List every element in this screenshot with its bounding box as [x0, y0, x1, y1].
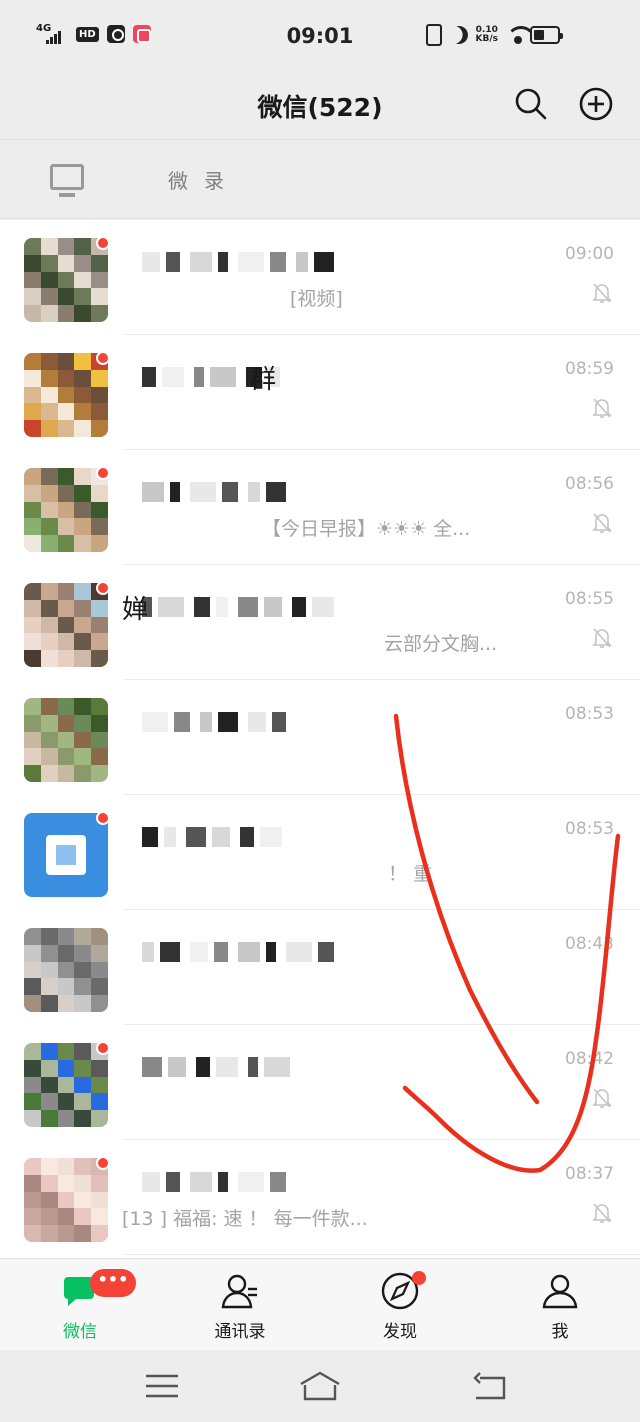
mute-bell-icon [592, 283, 612, 303]
chat-avatar [24, 468, 108, 552]
mute-bell-icon [592, 628, 612, 648]
redacted-name-mosaic [132, 482, 286, 502]
chat-time: 08:37 [565, 1164, 614, 1184]
tab-label: 微信 [63, 1322, 97, 1342]
redacted-name-mosaic [132, 252, 334, 272]
chat-row[interactable]: 08:53 [0, 680, 640, 795]
chat-row[interactable]: 群 08:59 [0, 335, 640, 450]
chat-avatar [24, 1158, 108, 1242]
pc-login-text: 微 录 [168, 169, 224, 193]
chat-preview: 云部分文胸... [384, 633, 498, 655]
mute-bell-icon [592, 1088, 612, 1108]
add-button[interactable] [579, 87, 613, 121]
wifi-icon [506, 26, 530, 44]
chat-row[interactable]: 08:43 [0, 910, 640, 1025]
app-header: 微信(522) [0, 72, 640, 140]
chat-preview: [视频] [290, 288, 343, 310]
unread-dot [96, 1156, 110, 1170]
unread-dot [96, 466, 110, 480]
chat-time: 08:43 [565, 934, 614, 954]
computer-icon [50, 164, 84, 197]
new-moments-dot [412, 1271, 426, 1285]
chat-name: 群 [250, 365, 277, 395]
chat-time: 08:42 [565, 1049, 614, 1069]
profile-icon [542, 1274, 578, 1309]
redacted-name-mosaic [132, 1057, 290, 1077]
chat-time: 08:56 [565, 474, 614, 494]
mute-bell-icon [592, 513, 612, 533]
chat-avatar [24, 238, 108, 322]
vibrate-icon [425, 24, 442, 46]
mute-bell-icon [592, 398, 612, 418]
do-not-disturb-icon [447, 23, 470, 46]
chat-row[interactable]: 08:42 [0, 1025, 640, 1140]
unread-dot [96, 236, 110, 250]
unread-dot [96, 811, 110, 825]
tab-discover[interactable]: 发现 [320, 1259, 480, 1351]
chat-preview: [13 ] 福福: 速 ！ 每一件款... [122, 1208, 368, 1230]
chat-row[interactable]: [视频] 09:00 [0, 220, 640, 335]
chat-avatar [24, 353, 108, 437]
chat-avatar [24, 928, 108, 1012]
menu-nav-button[interactable] [142, 1370, 182, 1402]
contacts-icon [221, 1274, 257, 1309]
unread-dot [96, 351, 110, 365]
redacted-name-mosaic [132, 827, 282, 847]
tab-label: 通讯录 [214, 1322, 266, 1342]
tab-wechat[interactable]: ••• 微信 [0, 1259, 160, 1351]
chat-avatar [24, 583, 108, 667]
redacted-name-mosaic [132, 942, 334, 962]
chat-row[interactable]: 【今日早报】☀☀☀ 全... 08:56 [0, 450, 640, 565]
row-divider [124, 1254, 640, 1255]
bottom-tab-bar: ••• 微信 通讯录 发现 我 [0, 1258, 640, 1350]
chat-time: 09:00 [565, 244, 614, 264]
status-bar: 4G HD 09:01 0.10 KB/s [0, 0, 640, 72]
chat-avatar [24, 813, 108, 897]
battery-icon [530, 26, 563, 44]
chat-row[interactable]: 婵云部分文胸... 08:55 [0, 565, 640, 680]
unread-dot [96, 1041, 110, 1055]
chat-time: 08:53 [565, 819, 614, 839]
pc-login-banner[interactable]: 微 录 [0, 141, 640, 219]
unread-badge: ••• [90, 1269, 136, 1297]
tab-label: 我 [551, 1322, 569, 1342]
system-nav-bar [0, 1350, 640, 1422]
search-button[interactable] [514, 87, 548, 121]
redacted-name-mosaic [132, 712, 286, 732]
tab-contacts[interactable]: 通讯录 [160, 1259, 320, 1351]
redacted-name-mosaic [132, 597, 334, 617]
chat-row[interactable]: [13 ] 福福: 速 ！ 每一件款... 08:37 [0, 1140, 640, 1255]
chat-name: 婵 [122, 595, 149, 625]
tab-label: 发现 [383, 1322, 417, 1342]
chat-avatar [24, 1043, 108, 1127]
network-speed: 0.10 KB/s [475, 25, 498, 44]
chat-time: 08:53 [565, 704, 614, 724]
back-nav-button[interactable] [470, 1370, 510, 1402]
tab-me[interactable]: 我 [480, 1259, 640, 1351]
status-right-icons: 0.10 KB/s [425, 23, 530, 46]
unread-dot [96, 581, 110, 595]
chat-avatar [24, 698, 108, 782]
chat-list: [视频] 09:00 群 08:59 【今日早报】☀☀☀ 全... 08:56 婵云部分文胸… [0, 220, 640, 1258]
chat-time: 08:55 [565, 589, 614, 609]
chat-row[interactable]: ！ 重 08:53 [0, 795, 640, 910]
redacted-name-mosaic [132, 1172, 286, 1192]
chat-preview: 【今日早报】☀☀☀ 全... [262, 518, 471, 540]
chat-time: 08:59 [565, 359, 614, 379]
home-nav-button[interactable] [298, 1370, 342, 1402]
mute-bell-icon [592, 1203, 612, 1223]
chat-preview: ！ 重 [388, 863, 433, 885]
